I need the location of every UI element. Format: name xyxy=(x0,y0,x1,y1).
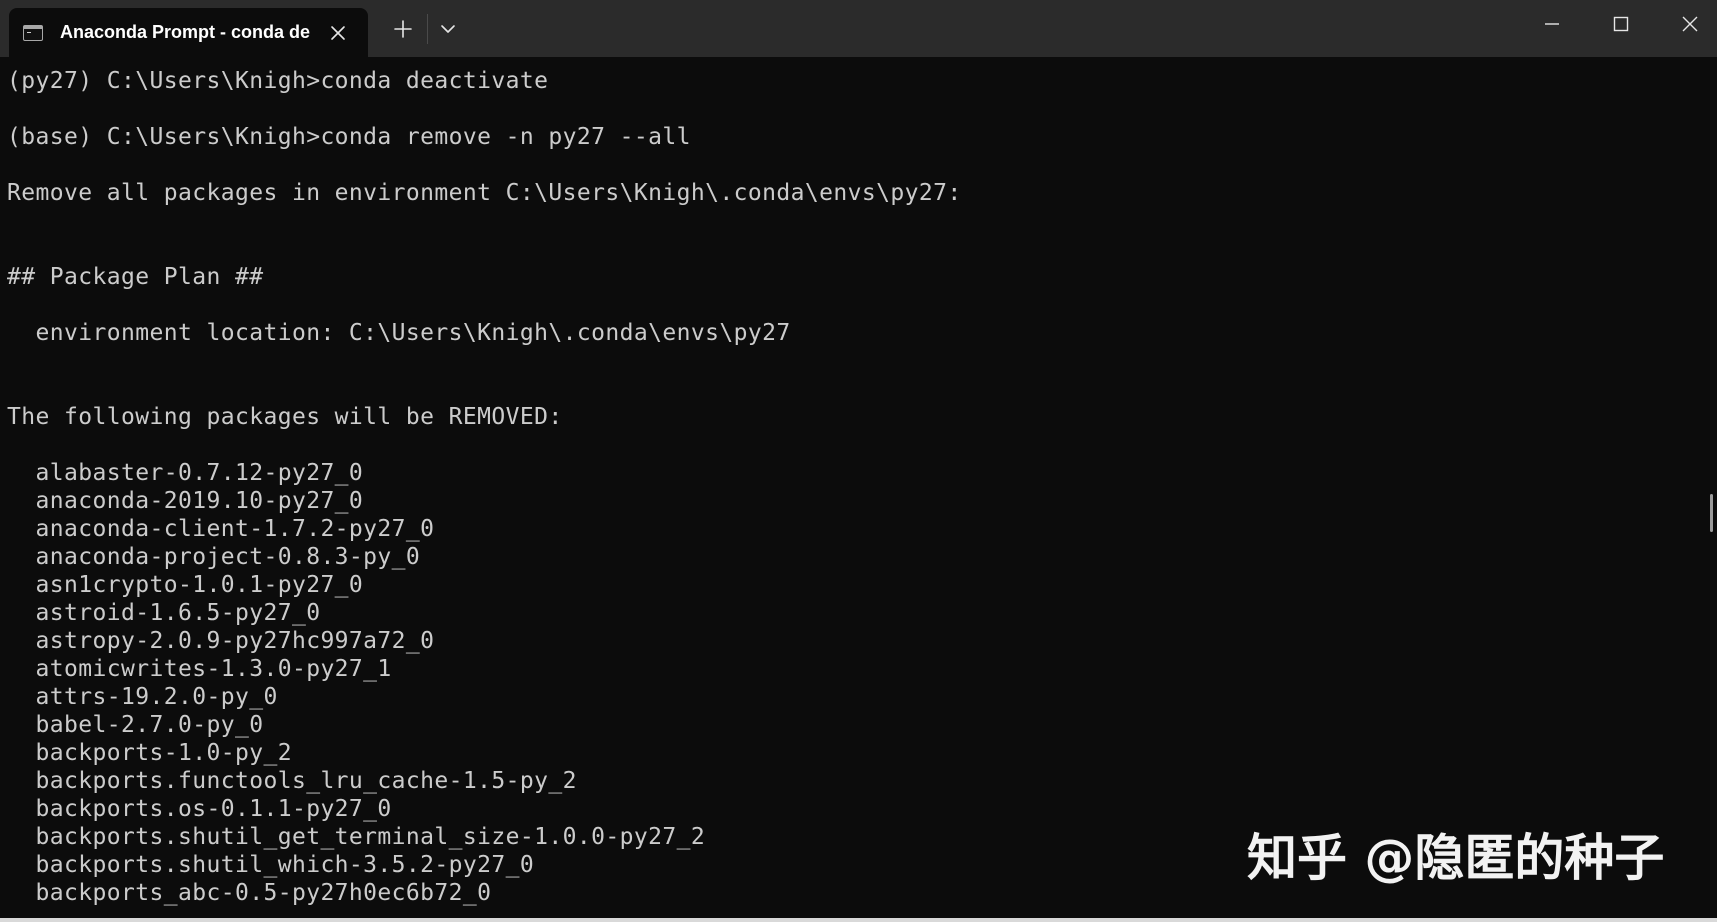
terminal-line: atomicwrites-1.3.0-py27_1 xyxy=(7,656,392,682)
close-icon[interactable] xyxy=(327,22,349,44)
chevron-down-icon[interactable] xyxy=(436,17,460,41)
watermark: 知乎 @隐匿的种子 xyxy=(1247,829,1665,887)
toolbar-divider xyxy=(427,14,428,44)
tab-title: Anaconda Prompt - conda de xyxy=(60,22,311,42)
terminal-line: Remove all packages in environment C:\Us… xyxy=(7,180,962,206)
terminal-line: ## Package Plan ## xyxy=(7,264,264,290)
terminal-line: asn1crypto-1.0.1-py27_0 xyxy=(7,572,364,598)
window-bottom-edge xyxy=(0,918,1717,922)
terminal-line: astroid-1.6.5-py27_0 xyxy=(7,600,321,626)
terminal-line: environment location: C:\Users\Knigh\.co… xyxy=(7,320,791,346)
terminal-line: attrs-19.2.0-py_0 xyxy=(7,684,278,710)
terminal-output[interactable]: (py27) C:\Users\Knigh>conda deactivate (b… xyxy=(0,57,1705,922)
terminal-line: alabaster-0.7.12-py27_0 xyxy=(7,460,364,486)
terminal-line: backports.functools_lru_cache-1.5-py_2 xyxy=(7,768,577,794)
terminal-line: astropy-2.0.9-py27hc997a72_0 xyxy=(7,628,435,654)
tab-anaconda-prompt[interactable]: Anaconda Prompt - conda de xyxy=(9,8,368,57)
scrollbar-thumb[interactable] xyxy=(1710,494,1713,532)
terminal-line: anaconda-client-1.7.2-py27_0 xyxy=(7,516,435,542)
terminal-line: babel-2.7.0-py_0 xyxy=(7,712,264,738)
terminal-line: (base) C:\Users\Knigh>conda remove -n py… xyxy=(7,124,691,150)
terminal-line: (py27) C:\Users\Knigh>conda deactivate xyxy=(7,68,549,94)
plus-icon[interactable] xyxy=(391,17,415,41)
terminal-line: anaconda-2019.10-py27_0 xyxy=(7,488,364,514)
minimize-icon[interactable] xyxy=(1540,12,1564,36)
maximize-icon[interactable] xyxy=(1609,12,1633,36)
terminal-line: The following packages will be REMOVED: xyxy=(7,404,563,430)
close-icon[interactable] xyxy=(1678,12,1702,36)
terminal-line: backports-1.0-py_2 xyxy=(7,740,292,766)
terminal-icon xyxy=(23,24,43,41)
title-bar: Anaconda Prompt - conda de xyxy=(0,0,1717,57)
terminal-line: anaconda-project-0.8.3-py_0 xyxy=(7,544,421,570)
